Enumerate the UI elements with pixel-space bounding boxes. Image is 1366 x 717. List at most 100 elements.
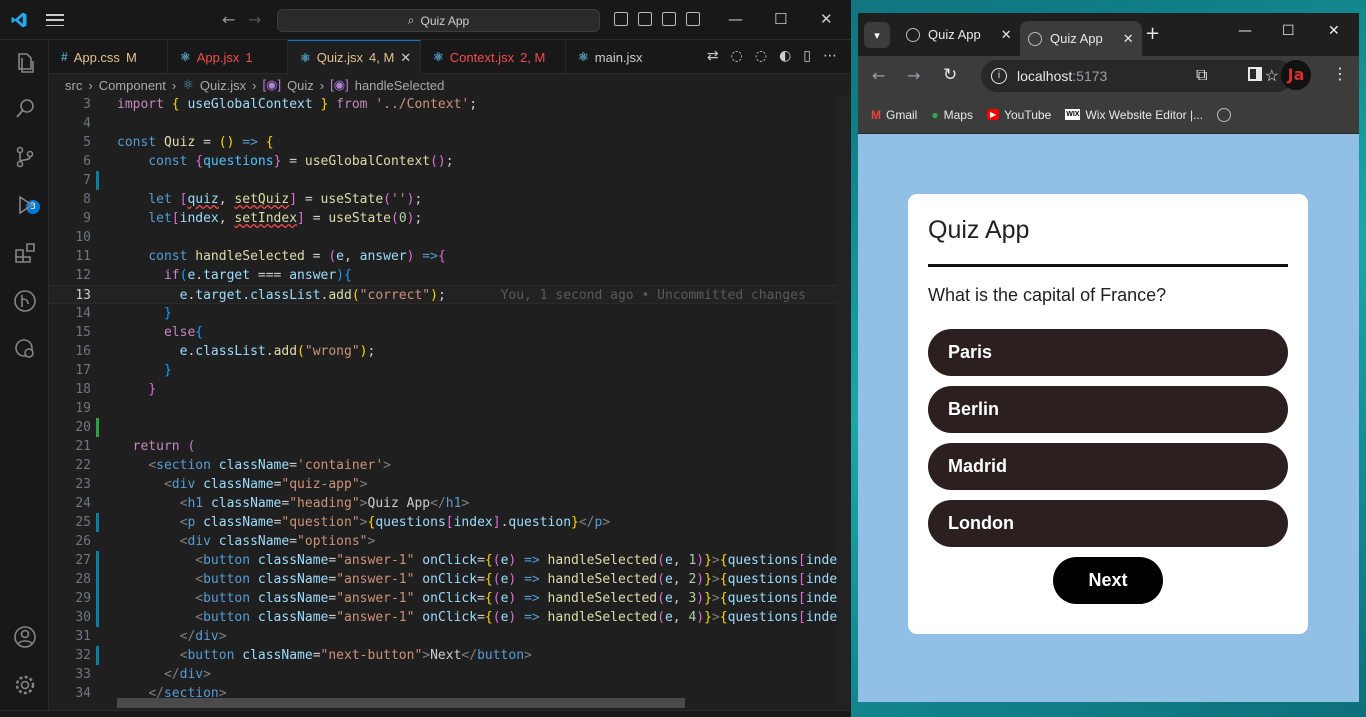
code-line: 17 } [75,363,172,378]
extensions-icon[interactable]: ⧉ [1196,65,1207,85]
compare-changes-icon[interactable]: ⇄ [707,48,719,64]
more-actions-icon[interactable]: ⋯ [823,48,837,64]
bookmark-globe[interactable] [1217,107,1232,122]
activity-bar: 3 [0,40,49,710]
address-bar[interactable]: i localhost:5173 ☆ [981,60,1293,92]
browser-toolbar: ← → ↻ i localhost:5173 ☆ ⧉ Ja ⋮ [858,56,1359,96]
layout-controls [614,12,700,26]
globe-icon [1028,31,1042,46]
bookmark-star-icon[interactable]: ☆ [1265,66,1279,86]
answer-button-3[interactable]: Madrid [928,443,1288,490]
close-tab-icon[interactable]: ✕ [1001,27,1012,43]
react-icon: ⚛ [433,50,444,64]
code-line: 18 } [75,382,157,397]
git-graph-icon[interactable] [12,288,38,314]
close-tab-icon[interactable]: ✕ [400,50,411,66]
bookmark-youtube[interactable]: ▶ YouTube [986,108,1051,122]
maximize-icon[interactable]: ☐ [1282,23,1295,39]
maximize-icon[interactable]: ☐ [774,10,787,28]
code-line: 8 let [quiz, setQuiz] = useState(''); [83,192,423,207]
account-icon[interactable] [12,624,38,650]
web-page: Quiz App What is the capital of France? … [858,134,1359,702]
code-line: 15 else{ [75,325,204,340]
command-center[interactable]: ⌕ Quiz App [277,9,600,32]
source-control-icon[interactable] [12,144,38,170]
tab-context-jsx[interactable]: ⚛ Context.jsx 2, M [421,40,566,74]
bookmarks-bar: M Gmail ● Maps ▶ YouTube WIX Wix Website Edi… [858,96,1359,134]
site-info-icon[interactable]: i [991,68,1007,84]
next-change-icon[interactable]: ◌ [755,48,767,64]
more-menu-icon[interactable]: ⋮ [1332,64,1348,83]
code-editor[interactable]: 3 import { useGlobalContext } from '../Co… [49,95,851,710]
status-bar [0,710,851,717]
editor-scrollbar[interactable] [837,95,851,705]
run-debug-icon[interactable] [12,192,38,218]
code-line: 6 const {questions} = useGlobalContext()… [83,154,454,169]
forward-arrow-icon[interactable]: → [248,10,261,29]
toggle-secondary-sidebar-icon[interactable] [662,12,676,26]
browser-tab-2-active[interactable]: Quiz App ✕ [1020,21,1142,56]
react-icon: ⚛ [182,77,194,92]
bookmark-wix[interactable]: WIX Wix Website Editor |... [1065,108,1203,122]
reload-icon[interactable]: ↻ [943,65,957,85]
tab-app-jsx[interactable]: ⚛ App.jsx 1 [168,40,288,74]
back-arrow-icon[interactable]: ← [872,66,885,85]
minimize-icon[interactable]: — [1238,23,1252,39]
tab-main-jsx[interactable]: ⚛ main.jsx [566,40,661,74]
code-line: 29 <button className="answer-1" onClick=… [75,589,851,608]
code-line: 3 import { useGlobalContext } from '../Co… [83,97,478,112]
code-line: 23 <div className="quiz-app"> [75,477,368,492]
answer-button-4[interactable]: London [928,500,1288,547]
minimize-icon[interactable]: — [728,10,743,28]
side-panel-icon[interactable] [1248,67,1262,81]
code-line: 14 } [75,306,172,321]
bookmark-gmail[interactable]: M Gmail [871,108,917,122]
code-line: 19 [75,401,91,416]
code-line: 21 return ( [75,439,196,454]
close-icon[interactable]: ✕ [820,10,833,28]
settings-gear-icon[interactable] [12,672,38,698]
browser-tab-strip: ▾ Quiz App ✕ Quiz App ✕ + — ☐ ✕ [858,13,1359,56]
menu-icon[interactable] [46,12,64,28]
bookmark-maps[interactable]: ● Maps [931,108,973,122]
quiz-card: Quiz App What is the capital of France? … [908,194,1308,634]
close-icon[interactable]: ✕ [1328,23,1340,39]
globe-icon [906,27,920,42]
code-line: 9 let[index, setIndex] = useState(0); [83,211,423,226]
customize-layout-icon[interactable] [686,12,700,26]
browser-tab-1[interactable]: Quiz App ✕ [898,21,1020,48]
symbol-icon: [◉] [330,77,349,92]
split-editor-icon[interactable]: ▯ [803,48,811,64]
react-icon: ⚛ [180,50,191,64]
css-icon: # [61,50,68,64]
forward-arrow-icon[interactable]: → [907,66,920,85]
toggle-sidebar-icon[interactable] [614,12,628,26]
title-bar: ← → ⌕ Quiz App — ☐ ✕ [0,0,851,40]
code-line: 5 const Quiz = () => { [83,135,274,150]
avatar[interactable]: Ja [1281,60,1311,90]
explorer-icon[interactable] [12,50,38,76]
search-icon[interactable] [12,96,38,122]
tab-search-icon[interactable]: ▾ [864,22,890,48]
answer-button-2[interactable]: Berlin [928,386,1288,433]
gmail-icon: M [871,107,881,122]
extensions-icon[interactable] [12,240,38,266]
answer-button-1[interactable]: Paris [928,329,1288,376]
new-tab-icon[interactable]: + [1145,23,1160,44]
horizontal-scrollbar[interactable] [117,698,685,708]
previous-change-icon[interactable]: ◌ [731,48,743,64]
heading-divider [928,264,1288,267]
tab-quiz-jsx[interactable]: ⚛ Quiz.jsx 4, M ✕ [288,40,421,74]
tab-app-css[interactable]: # App.css M [49,40,168,74]
close-tab-icon[interactable]: ✕ [1123,31,1134,47]
toggle-panel-icon[interactable] [638,12,652,26]
code-line: 31 </div> [75,629,227,644]
editor-actions: ⇄ ◌ ◌ ◐ ▯ ⋯ [707,48,837,64]
quiz-question: What is the capital of France? [928,285,1167,305]
vscode-logo-icon [11,12,27,28]
remote-explorer-icon[interactable] [12,336,38,362]
code-line: 28 <button className="answer-1" onClick=… [75,570,851,589]
toggle-blame-icon[interactable]: ◐ [779,48,791,64]
back-arrow-icon[interactable]: ← [222,10,235,29]
next-button[interactable]: Next [1053,557,1163,604]
